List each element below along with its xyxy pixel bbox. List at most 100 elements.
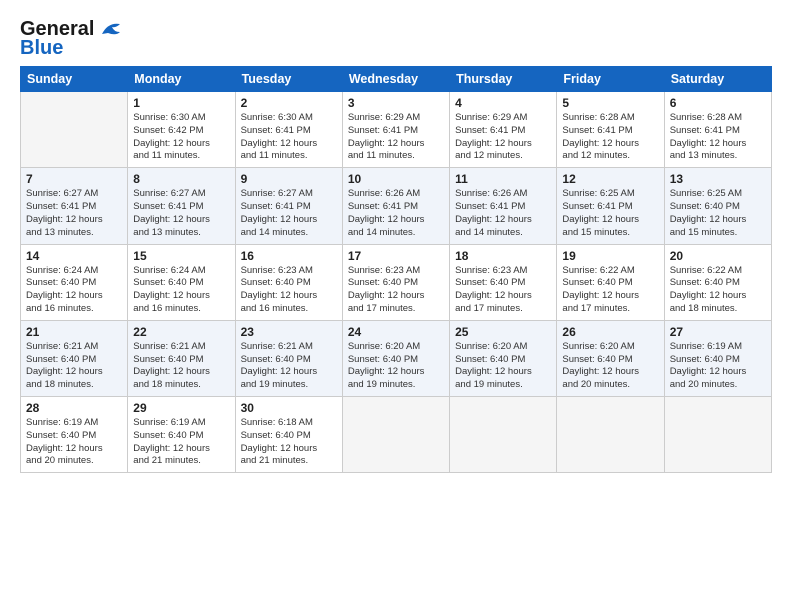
day-info: Sunrise: 6:25 AMSunset: 6:40 PMDaylight:… <box>670 188 766 239</box>
day-info: Sunrise: 6:20 AMSunset: 6:40 PMDaylight:… <box>562 341 658 392</box>
day-info: Sunrise: 6:22 AMSunset: 6:40 PMDaylight:… <box>562 265 658 316</box>
day-number: 2 <box>241 96 337 110</box>
day-number: 9 <box>241 172 337 186</box>
day-number: 27 <box>670 325 766 339</box>
calendar-week-row: 21Sunrise: 6:21 AMSunset: 6:40 PMDayligh… <box>21 320 772 396</box>
day-number: 18 <box>455 249 551 263</box>
calendar-cell <box>664 397 771 473</box>
day-number: 10 <box>348 172 444 186</box>
day-number: 25 <box>455 325 551 339</box>
day-info: Sunrise: 6:23 AMSunset: 6:40 PMDaylight:… <box>348 265 444 316</box>
calendar-cell: 19 Sunrise: 6:22 AMSunset: 6:40 PMDayligh… <box>557 244 664 320</box>
calendar-cell: 29 Sunrise: 6:19 AMSunset: 6:40 PMDayligh… <box>128 397 235 473</box>
calendar-cell: 23 Sunrise: 6:21 AMSunset: 6:40 PMDayligh… <box>235 320 342 396</box>
calendar-week-row: 7Sunrise: 6:27 AMSunset: 6:41 PMDaylight… <box>21 168 772 244</box>
day-info: Sunrise: 6:22 AMSunset: 6:40 PMDaylight:… <box>670 265 766 316</box>
calendar-cell: 26 Sunrise: 6:20 AMSunset: 6:40 PMDayligh… <box>557 320 664 396</box>
logo-blue: Blue <box>20 37 63 60</box>
calendar-cell: 18 Sunrise: 6:23 AMSunset: 6:40 PMDayligh… <box>450 244 557 320</box>
calendar-header-thursday: Thursday <box>450 67 557 92</box>
logo-bird-icon <box>98 20 124 38</box>
day-number: 20 <box>670 249 766 263</box>
calendar-cell: 9 Sunrise: 6:27 AMSunset: 6:41 PMDaylight… <box>235 168 342 244</box>
day-number: 16 <box>241 249 337 263</box>
calendar-cell: 30 Sunrise: 6:18 AMSunset: 6:40 PMDayligh… <box>235 397 342 473</box>
calendar-cell: 5Sunrise: 6:28 AMSunset: 6:41 PMDaylight… <box>557 92 664 168</box>
calendar-cell: 20 Sunrise: 6:22 AMSunset: 6:40 PMDayligh… <box>664 244 771 320</box>
day-info: Sunrise: 6:27 AMSunset: 6:41 PMDaylight:… <box>241 188 337 239</box>
day-info: Sunrise: 6:20 AMSunset: 6:40 PMDaylight:… <box>348 341 444 392</box>
day-info: Sunrise: 6:23 AMSunset: 6:40 PMDaylight:… <box>241 265 337 316</box>
calendar-cell: 6 Sunrise: 6:28 AMSunset: 6:41 PMDaylight… <box>664 92 771 168</box>
day-info: Sunrise: 6:19 AMSunset: 6:40 PMDaylight:… <box>26 417 122 468</box>
day-info: Sunrise: 6:29 AMSunset: 6:41 PMDaylight:… <box>455 112 551 163</box>
day-info: Sunrise: 6:28 AMSunset: 6:41 PMDaylight:… <box>670 112 766 163</box>
day-number: 11 <box>455 172 551 186</box>
day-number: 29 <box>133 401 229 415</box>
calendar-cell: 3 Sunrise: 6:29 AMSunset: 6:41 PMDaylight… <box>342 92 449 168</box>
calendar-header-wednesday: Wednesday <box>342 67 449 92</box>
calendar-cell: 25 Sunrise: 6:20 AMSunset: 6:40 PMDayligh… <box>450 320 557 396</box>
calendar-cell: 17 Sunrise: 6:23 AMSunset: 6:40 PMDayligh… <box>342 244 449 320</box>
calendar-cell: 1 Sunrise: 6:30 AMSunset: 6:42 PMDaylight… <box>128 92 235 168</box>
calendar-header-monday: Monday <box>128 67 235 92</box>
day-number: 30 <box>241 401 337 415</box>
day-info: Sunrise: 6:27 AMSunset: 6:41 PMDaylight:… <box>133 188 229 239</box>
page: General Blue SundayMondayTuesdayWednesda… <box>0 0 792 612</box>
day-number: 14 <box>26 249 122 263</box>
calendar-cell <box>342 397 449 473</box>
day-info: Sunrise: 6:20 AMSunset: 6:40 PMDaylight:… <box>455 341 551 392</box>
day-info: Sunrise: 6:29 AMSunset: 6:41 PMDaylight:… <box>348 112 444 163</box>
day-number: 28 <box>26 401 122 415</box>
day-number: 6 <box>670 96 766 110</box>
calendar-cell: 22 Sunrise: 6:21 AMSunset: 6:40 PMDayligh… <box>128 320 235 396</box>
day-info: Sunrise: 6:21 AMSunset: 6:40 PMDaylight:… <box>241 341 337 392</box>
calendar-cell: 14Sunrise: 6:24 AMSunset: 6:40 PMDayligh… <box>21 244 128 320</box>
day-number: 8 <box>133 172 229 186</box>
day-number: 26 <box>562 325 658 339</box>
calendar-cell: 15 Sunrise: 6:24 AMSunset: 6:40 PMDayligh… <box>128 244 235 320</box>
day-info: Sunrise: 6:19 AMSunset: 6:40 PMDaylight:… <box>133 417 229 468</box>
calendar-cell: 16 Sunrise: 6:23 AMSunset: 6:40 PMDayligh… <box>235 244 342 320</box>
day-info: Sunrise: 6:21 AMSunset: 6:40 PMDaylight:… <box>26 341 122 392</box>
calendar-cell <box>557 397 664 473</box>
calendar-cell: 10Sunrise: 6:26 AMSunset: 6:41 PMDayligh… <box>342 168 449 244</box>
day-number: 4 <box>455 96 551 110</box>
day-info: Sunrise: 6:30 AMSunset: 6:41 PMDaylight:… <box>241 112 337 163</box>
day-info: Sunrise: 6:28 AMSunset: 6:41 PMDaylight:… <box>562 112 658 163</box>
calendar: SundayMondayTuesdayWednesdayThursdayFrid… <box>20 66 772 473</box>
calendar-week-row: 14 Sunrise: 6:24 AMSunset: 6:40 PMDayligh… <box>21 244 772 320</box>
day-info: Sunrise: 6:30 AMSunset: 6:42 PMDaylight:… <box>133 112 229 163</box>
header: General Blue <box>20 18 772 60</box>
calendar-cell: 13 Sunrise: 6:25 AMSunset: 6:40 PMDayligh… <box>664 168 771 244</box>
calendar-cell <box>450 397 557 473</box>
calendar-cell: 24 Sunrise: 6:20 AMSunset: 6:40 PMDayligh… <box>342 320 449 396</box>
calendar-cell: 28 Sunrise: 6:19 AMSunset: 6:40 PMDayligh… <box>21 397 128 473</box>
day-number: 23 <box>241 325 337 339</box>
day-number: 19 <box>562 249 658 263</box>
day-number: 3 <box>348 96 444 110</box>
calendar-cell: 4 Sunrise: 6:29 AMSunset: 6:41 PMDaylight… <box>450 92 557 168</box>
calendar-cell: 27 Sunrise: 6:19 AMSunset: 6:40 PMDayligh… <box>664 320 771 396</box>
calendar-cell: 11Sunrise: 6:26 AMSunset: 6:41 PMDayligh… <box>450 168 557 244</box>
day-number: 22 <box>133 325 229 339</box>
calendar-header-tuesday: Tuesday <box>235 67 342 92</box>
calendar-cell: 2 Sunrise: 6:30 AMSunset: 6:41 PMDaylight… <box>235 92 342 168</box>
day-number: 12 <box>562 172 658 186</box>
calendar-header-saturday: Saturday <box>664 67 771 92</box>
day-number: 17 <box>348 249 444 263</box>
calendar-header-row: SundayMondayTuesdayWednesdayThursdayFrid… <box>21 67 772 92</box>
calendar-header-sunday: Sunday <box>21 67 128 92</box>
day-number: 15 <box>133 249 229 263</box>
day-number: 24 <box>348 325 444 339</box>
calendar-cell: 8 Sunrise: 6:27 AMSunset: 6:41 PMDaylight… <box>128 168 235 244</box>
day-info: Sunrise: 6:19 AMSunset: 6:40 PMDaylight:… <box>670 341 766 392</box>
day-info: Sunrise: 6:21 AMSunset: 6:40 PMDaylight:… <box>133 341 229 392</box>
day-info: Sunrise: 6:24 AMSunset: 6:40 PMDaylight:… <box>133 265 229 316</box>
calendar-cell <box>21 92 128 168</box>
day-number: 1 <box>133 96 229 110</box>
calendar-cell: 21Sunrise: 6:21 AMSunset: 6:40 PMDayligh… <box>21 320 128 396</box>
day-info: Sunrise: 6:18 AMSunset: 6:40 PMDaylight:… <box>241 417 337 468</box>
day-info: Sunrise: 6:23 AMSunset: 6:40 PMDaylight:… <box>455 265 551 316</box>
day-number: 13 <box>670 172 766 186</box>
